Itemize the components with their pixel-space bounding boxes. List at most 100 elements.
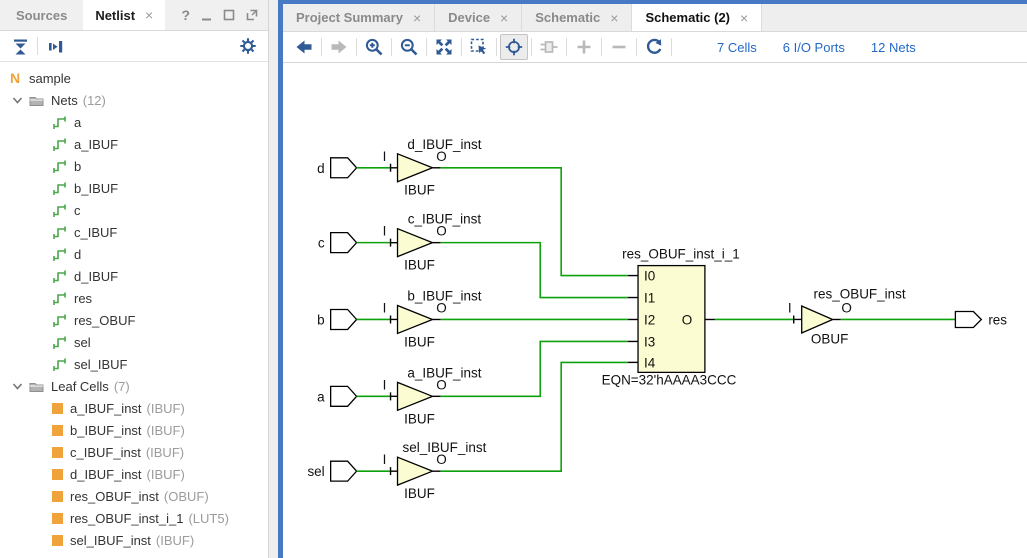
zoom-out-icon[interactable] <box>395 34 423 60</box>
gear-icon[interactable] <box>236 34 260 58</box>
lut-pin-I2: I2 <box>644 312 655 327</box>
type-label: IBUF <box>404 411 435 426</box>
net-icon <box>52 269 67 284</box>
input-port-a[interactable] <box>331 386 357 406</box>
tree-item-res[interactable]: res <box>0 287 268 309</box>
tab-schematic-2-[interactable]: Schematic (2)× <box>632 4 762 31</box>
net-icon <box>52 313 67 328</box>
lut-pin-I3: I3 <box>644 334 655 349</box>
type-label: IBUF <box>404 258 435 273</box>
ibuf-b[interactable] <box>398 306 433 334</box>
refresh-icon[interactable] <box>640 34 668 60</box>
output-port-res[interactable] <box>955 311 981 327</box>
close-icon[interactable]: × <box>145 7 153 23</box>
schematic-toolbar: 7 Cells 6 I/O Ports 12 Nets <box>283 32 1027 63</box>
tree-item-c_IBUF_inst[interactable]: c_IBUF_inst(IBUF) <box>0 441 268 463</box>
tree-group-leaf-cells[interactable]: Leaf Cells(7) <box>0 375 268 397</box>
ibuf-sel[interactable] <box>398 457 433 485</box>
cell-icon <box>52 469 63 480</box>
input-port-b[interactable] <box>331 310 357 330</box>
cell-icon <box>52 491 63 502</box>
net-icon <box>52 291 67 306</box>
pin-label-in: I <box>383 300 387 315</box>
ibuf-d[interactable] <box>398 154 433 182</box>
close-icon[interactable]: × <box>740 10 748 26</box>
stat-link-7-cells[interactable]: 7 Cells <box>717 40 757 55</box>
tree-item-res_OBUF[interactable]: res_OBUF <box>0 309 268 331</box>
back-icon[interactable] <box>290 34 318 60</box>
tree-item-res_OBUF_inst_i_1[interactable]: res_OBUF_inst_i_1(LUT5) <box>0 507 268 529</box>
tree-item-res_OBUF_inst[interactable]: res_OBUF_inst(OBUF) <box>0 485 268 507</box>
tree-item-sel_IBUF[interactable]: sel_IBUF <box>0 353 268 375</box>
forward-icon <box>325 34 353 60</box>
close-icon[interactable]: × <box>413 10 421 26</box>
tree-item-a_IBUF[interactable]: a_IBUF <box>0 133 268 155</box>
cell-icon <box>52 403 63 414</box>
add-icon <box>570 34 598 60</box>
main-tab-bar: Project Summary×Device×Schematic×Schemat… <box>283 4 1027 32</box>
input-port-d[interactable] <box>331 158 357 178</box>
tree-item-c[interactable]: c <box>0 199 268 221</box>
close-icon[interactable]: × <box>500 10 508 26</box>
stat-link-6-i-o-ports[interactable]: 6 I/O Ports <box>783 40 845 55</box>
tab-schematic[interactable]: Schematic× <box>522 4 632 31</box>
tab-sources[interactable]: Sources <box>0 0 83 30</box>
inst-label-sel_IBUF_inst: sel_IBUF_inst <box>403 440 487 455</box>
expand-selected-icon[interactable] <box>43 34 67 58</box>
input-port-c[interactable] <box>331 233 357 253</box>
port-label-d: d <box>317 161 325 176</box>
tree-item-b_IBUF[interactable]: b_IBUF <box>0 177 268 199</box>
pin-stub <box>391 239 398 247</box>
port-label-res: res <box>988 312 1007 327</box>
inst-label-b_IBUF_inst: b_IBUF_inst <box>407 289 481 304</box>
ibuf-c[interactable] <box>398 229 433 257</box>
pin-stub <box>794 315 802 323</box>
maximize-icon[interactable] <box>223 9 235 21</box>
collapse-all-icon[interactable] <box>8 34 32 58</box>
tree-item-d_IBUF_inst[interactable]: d_IBUF_inst(IBUF) <box>0 463 268 485</box>
ibuf-a[interactable] <box>398 382 433 410</box>
tree-item-sel_IBUF_inst[interactable]: sel_IBUF_inst(IBUF) <box>0 529 268 551</box>
schematic-canvas[interactable]: dIOd_IBUF_instIBUFcIOc_IBUF_instIBUFbIOb… <box>283 63 1027 558</box>
cell-icon <box>52 513 63 524</box>
tree-item-b_IBUF_inst[interactable]: b_IBUF_inst(IBUF) <box>0 419 268 441</box>
input-port-sel[interactable] <box>331 461 357 481</box>
obuf-res[interactable] <box>802 306 833 333</box>
inst-label-lut: res_OBUF_inst_i_1 <box>622 247 740 262</box>
port-label-c: c <box>318 236 325 251</box>
help-icon[interactable]: ? <box>181 8 190 22</box>
chevron-down-icon[interactable] <box>12 95 23 106</box>
panel-divider[interactable] <box>269 0 278 558</box>
float-icon[interactable] <box>246 9 258 21</box>
zoom-in-icon[interactable] <box>360 34 388 60</box>
pin-stub <box>391 392 398 400</box>
tree-item-d[interactable]: d <box>0 243 268 265</box>
autofit-selection-icon[interactable] <box>500 34 528 60</box>
close-icon[interactable]: × <box>610 10 618 26</box>
zoom-fit-icon[interactable] <box>430 34 458 60</box>
tree-item-b[interactable]: b <box>0 155 268 177</box>
schematic-stats: 7 Cells 6 I/O Ports 12 Nets <box>717 40 916 55</box>
tab-netlist[interactable]: Netlist× <box>83 0 165 30</box>
left-tab-bar: SourcesNetlist× ? <box>0 0 268 31</box>
chevron-down-icon[interactable] <box>12 381 23 392</box>
tree-item-c_IBUF[interactable]: c_IBUF <box>0 221 268 243</box>
pin-label-in: I <box>383 377 387 392</box>
tree-item-sel[interactable]: sel <box>0 331 268 353</box>
tab-device[interactable]: Device× <box>435 4 522 31</box>
tree-item-a[interactable]: a <box>0 111 268 133</box>
netlist-panel: SourcesNetlist× ? NsampleNets(12)aa_IBUF… <box>0 0 269 558</box>
folder-icon <box>29 94 44 107</box>
stat-link-12-nets[interactable]: 12 Nets <box>871 40 916 55</box>
zoom-selection-icon[interactable] <box>465 34 493 60</box>
tree-root[interactable]: Nsample <box>0 67 268 89</box>
tree-item-d_IBUF[interactable]: d_IBUF <box>0 265 268 287</box>
tree-item-a_IBUF_inst[interactable]: a_IBUF_inst(IBUF) <box>0 397 268 419</box>
minimize-icon[interactable] <box>201 10 212 21</box>
inst-label-c_IBUF_inst: c_IBUF_inst <box>408 212 482 227</box>
tab-project-summary[interactable]: Project Summary× <box>283 4 435 31</box>
cell-icon <box>52 425 63 436</box>
tree-group-nets[interactable]: Nets(12) <box>0 89 268 111</box>
netlist-icon: N <box>8 70 22 86</box>
root-label: sample <box>29 71 71 86</box>
